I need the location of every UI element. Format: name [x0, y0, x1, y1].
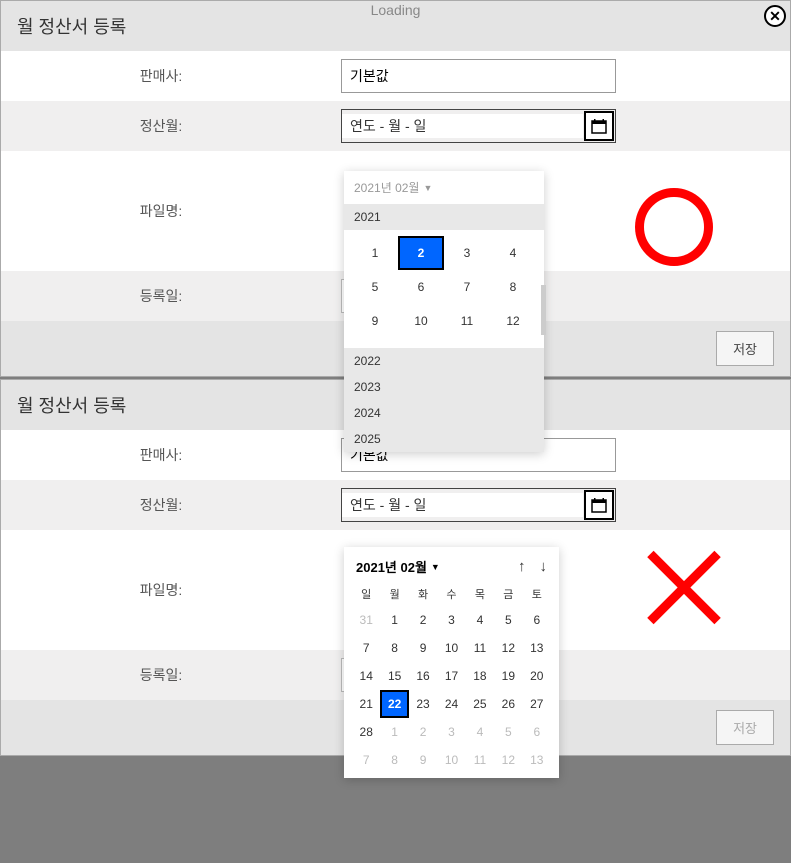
day-cell[interactable]: 8	[380, 746, 408, 774]
day-cell[interactable]: 4	[466, 606, 494, 634]
annotation-x-icon	[636, 540, 731, 635]
year-row[interactable]: 2025	[344, 426, 544, 452]
prev-month-arrow-icon[interactable]: ↑	[518, 558, 526, 575]
day-cell[interactable]: 2	[409, 718, 437, 746]
month-picker-title: 2021년 02월	[354, 179, 419, 196]
month-input[interactable]	[342, 114, 583, 138]
month-cell[interactable]: 2	[398, 236, 444, 270]
day-cell[interactable]: 21	[352, 690, 380, 718]
month-input-2[interactable]	[342, 493, 583, 517]
date-picker-header[interactable]: 2021년 02월 ▼	[356, 557, 518, 576]
day-cell[interactable]: 19	[494, 662, 522, 690]
dow-header: 화	[409, 582, 437, 606]
month-cell[interactable]: 8	[490, 270, 536, 304]
dialog-top: ✕ 월 정산서 등록 판매사: 정산월:	[0, 0, 791, 377]
day-cell[interactable]: 22	[380, 690, 408, 718]
day-cell[interactable]: 31	[352, 606, 380, 634]
day-cell[interactable]: 2	[409, 606, 437, 634]
label-regdate-2: 등록일:	[1, 665, 341, 685]
day-cell[interactable]: 4	[466, 718, 494, 746]
dow-header: 목	[466, 582, 494, 606]
day-cell[interactable]: 12	[494, 746, 522, 774]
day-cell[interactable]: 1	[380, 606, 408, 634]
label-regdate: 등록일:	[1, 286, 341, 306]
label-seller: 판매사:	[1, 66, 341, 86]
day-cell[interactable]: 11	[466, 634, 494, 662]
seller-input[interactable]	[341, 59, 616, 93]
day-cell[interactable]: 17	[437, 662, 465, 690]
day-cell[interactable]: 26	[494, 690, 522, 718]
day-cell[interactable]: 27	[523, 690, 551, 718]
day-cell[interactable]: 3	[437, 606, 465, 634]
label-filename-2: 파일명:	[1, 580, 341, 600]
close-button[interactable]: ✕	[764, 5, 786, 27]
day-cell[interactable]: 8	[380, 634, 408, 662]
month-cell[interactable]: 11	[444, 304, 490, 338]
day-cell[interactable]: 10	[437, 746, 465, 774]
day-cell[interactable]: 14	[352, 662, 380, 690]
month-cell[interactable]: 10	[398, 304, 444, 338]
month-picker-header[interactable]: 2021년 02월 ▼	[344, 171, 544, 204]
dow-header: 금	[494, 582, 522, 606]
save-button[interactable]: 저장	[716, 331, 774, 366]
caret-down-icon: ▼	[423, 183, 432, 193]
date-picker: 2021년 02월 ▼ ↑ ↓ 일월화수목금토31123456789101112…	[344, 547, 559, 778]
day-cell[interactable]: 13	[523, 746, 551, 774]
calendar-icon[interactable]	[584, 111, 614, 141]
label-month: 정산월:	[1, 116, 341, 136]
day-cell[interactable]: 15	[380, 662, 408, 690]
day-cell[interactable]: 5	[494, 606, 522, 634]
loading-text: Loading	[371, 2, 421, 18]
caret-down-icon-2: ▼	[431, 562, 440, 572]
day-cell[interactable]: 16	[409, 662, 437, 690]
day-cell[interactable]: 18	[466, 662, 494, 690]
day-cell[interactable]: 9	[409, 634, 437, 662]
year-row[interactable]: 2022	[344, 348, 544, 374]
day-cell[interactable]: 24	[437, 690, 465, 718]
month-cell[interactable]: 9	[352, 304, 398, 338]
day-cell[interactable]: 20	[523, 662, 551, 690]
date-picker-title: 2021년 02월	[356, 557, 427, 576]
year-row[interactable]: 2023	[344, 374, 544, 400]
next-month-arrow-icon[interactable]: ↓	[540, 558, 548, 575]
dow-header: 수	[437, 582, 465, 606]
month-cell[interactable]: 5	[352, 270, 398, 304]
label-month-2: 정산월:	[1, 495, 341, 515]
day-cell[interactable]: 7	[352, 746, 380, 774]
day-cell[interactable]: 10	[437, 634, 465, 662]
day-cell[interactable]: 7	[352, 634, 380, 662]
label-seller-2: 판매사:	[1, 445, 341, 465]
month-cell[interactable]: 4	[490, 236, 536, 270]
month-input-wrap-2[interactable]	[341, 488, 616, 522]
month-picker: 2021년 02월 ▼ 2021 123456789101112 2022202…	[344, 171, 544, 452]
day-cell[interactable]: 23	[409, 690, 437, 718]
month-input-wrap[interactable]	[341, 109, 616, 143]
day-cell[interactable]: 13	[523, 634, 551, 662]
day-cell[interactable]: 1	[380, 718, 408, 746]
day-cell[interactable]: 6	[523, 606, 551, 634]
dow-header: 월	[380, 582, 408, 606]
day-cell[interactable]: 6	[523, 718, 551, 746]
dow-header: 토	[523, 582, 551, 606]
save-button-2[interactable]: 저장	[716, 710, 774, 745]
day-cell[interactable]: 3	[437, 718, 465, 746]
day-cell[interactable]: 11	[466, 746, 494, 774]
year-row[interactable]: 2024	[344, 400, 544, 426]
day-cell[interactable]: 5	[494, 718, 522, 746]
month-cell[interactable]: 6	[398, 270, 444, 304]
month-cell[interactable]: 12	[490, 304, 536, 338]
month-cell[interactable]: 1	[352, 236, 398, 270]
label-filename: 파일명:	[1, 201, 341, 221]
month-cell[interactable]: 7	[444, 270, 490, 304]
calendar-icon-2[interactable]	[584, 490, 614, 520]
day-cell[interactable]: 25	[466, 690, 494, 718]
month-cell[interactable]: 3	[444, 236, 490, 270]
dow-header: 일	[352, 582, 380, 606]
year-row-expanded[interactable]: 2021	[344, 204, 544, 230]
day-cell[interactable]: 28	[352, 718, 380, 746]
annotation-circle-icon	[635, 188, 713, 266]
day-cell[interactable]: 9	[409, 746, 437, 774]
day-cell[interactable]: 12	[494, 634, 522, 662]
